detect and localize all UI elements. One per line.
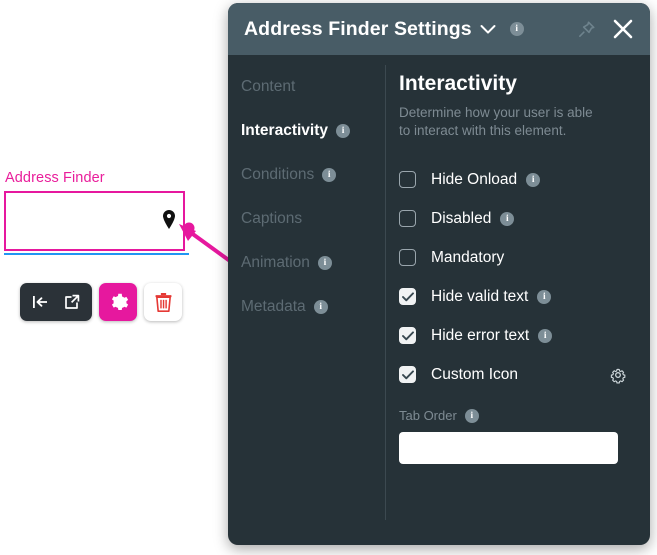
- check-icon: [401, 370, 414, 380]
- panel-divider: [385, 65, 386, 520]
- info-icon[interactable]: i: [526, 172, 541, 187]
- field-focus-underline: [4, 253, 189, 255]
- nav-item-metadata[interactable]: Metadata i: [228, 285, 385, 329]
- info-icon[interactable]: i: [537, 289, 552, 304]
- collapse-left-icon[interactable]: [26, 287, 54, 317]
- nav-item-label: Metadata: [241, 298, 306, 315]
- address-finder-input[interactable]: [4, 191, 185, 251]
- panel-title: Address Finder Settings: [244, 17, 472, 40]
- info-icon[interactable]: i: [500, 211, 515, 226]
- panel-body: Content Interactivity i Conditions i Cap…: [228, 55, 650, 545]
- trash-icon[interactable]: [144, 283, 182, 321]
- checkbox-row-hide-valid-text[interactable]: Hide valid text i: [399, 277, 628, 316]
- nav-item-label: Captions: [241, 210, 303, 227]
- nav-item-label: Content: [241, 78, 296, 95]
- check-icon: [401, 292, 414, 302]
- info-icon[interactable]: i: [313, 300, 328, 314]
- pin-icon[interactable]: [574, 17, 598, 41]
- info-icon[interactable]: i: [336, 124, 351, 138]
- nav-item-label: Animation: [241, 254, 310, 271]
- page-subtitle: Determine how your user is able to inter…: [399, 105, 593, 139]
- form-canvas: Address Finder: [0, 0, 230, 555]
- checkbox-mandatory[interactable]: [399, 249, 416, 267]
- close-icon[interactable]: [610, 16, 636, 42]
- settings-panel: Address Finder Settings i Content Intera…: [228, 3, 650, 545]
- tab-order-label: Tab Order i: [399, 408, 628, 423]
- open-external-icon[interactable]: [58, 287, 86, 317]
- checkbox-hide-error-text[interactable]: [399, 327, 416, 345]
- check-icon: [401, 331, 414, 341]
- checkbox-hide-onload[interactable]: [399, 171, 416, 189]
- info-icon[interactable]: i: [322, 168, 337, 182]
- nav-item-content[interactable]: Content: [228, 65, 385, 109]
- info-icon[interactable]: i: [464, 408, 479, 423]
- element-toolbar: [20, 283, 182, 321]
- checkbox-row-hide-error-text[interactable]: Hide error text i: [399, 316, 628, 355]
- nav-item-interactivity[interactable]: Interactivity i: [228, 109, 385, 153]
- settings-content: Interactivity Determine how your user is…: [385, 55, 650, 545]
- info-icon[interactable]: i: [538, 328, 553, 343]
- page-title: Interactivity: [399, 72, 517, 95]
- checkbox-label: Hide Onload: [431, 170, 518, 188]
- checkbox-row-disabled[interactable]: Disabled i: [399, 199, 628, 238]
- toolbar-group-left: [20, 283, 92, 321]
- checkbox-label: Mandatory: [431, 248, 505, 266]
- gear-icon[interactable]: [608, 365, 628, 385]
- nav-item-captions[interactable]: Captions: [228, 197, 385, 241]
- nav-item-conditions[interactable]: Conditions i: [228, 153, 385, 197]
- tab-order-label-text: Tab Order: [399, 408, 457, 424]
- nav-item-label: Conditions: [241, 166, 315, 183]
- tab-order-input[interactable]: [399, 432, 618, 465]
- checkbox-row-mandatory[interactable]: Mandatory: [399, 238, 628, 277]
- checkbox-label: Custom Icon: [431, 365, 519, 383]
- panel-titlebar: Address Finder Settings i: [228, 3, 650, 55]
- chevron-down-icon[interactable]: [480, 24, 496, 35]
- checkbox-hide-valid-text[interactable]: [399, 288, 416, 306]
- checkbox-row-custom-icon[interactable]: Custom Icon: [399, 355, 628, 394]
- checkbox-custom-icon[interactable]: [399, 366, 416, 384]
- panel-title-info-icon[interactable]: i: [509, 22, 524, 36]
- nav-item-animation[interactable]: Animation i: [228, 241, 385, 285]
- map-pin-icon: [163, 210, 175, 229]
- field-label: Address Finder: [5, 170, 105, 186]
- checkbox-disabled[interactable]: [399, 210, 416, 228]
- checkbox-label: Hide error text: [431, 326, 530, 344]
- nav-item-label: Interactivity: [241, 122, 329, 139]
- checkbox-label: Hide valid text: [431, 287, 529, 305]
- info-icon[interactable]: i: [317, 256, 332, 270]
- gear-icon[interactable]: [99, 283, 137, 321]
- checkbox-label: Disabled: [431, 209, 492, 227]
- settings-nav: Content Interactivity i Conditions i Cap…: [228, 55, 385, 545]
- checkbox-row-hide-onload[interactable]: Hide Onload i: [399, 160, 628, 199]
